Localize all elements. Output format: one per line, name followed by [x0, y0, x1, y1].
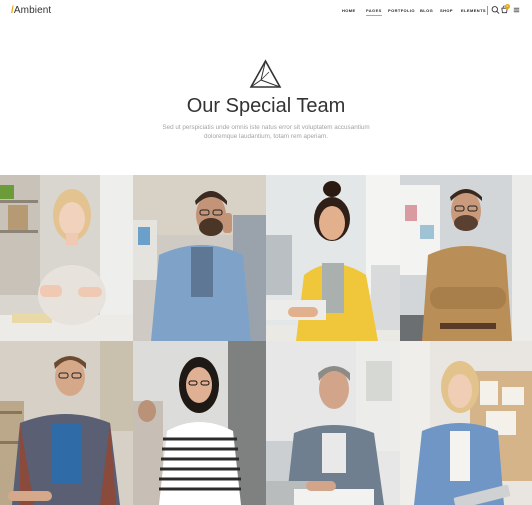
nav-shop[interactable]: SHOP [440, 8, 453, 13]
nav-pages[interactable]: PAGES [366, 8, 382, 16]
page-subtitle: Sed ut perspiciatis unde omnis iste natu… [162, 124, 370, 140]
team-photo-6 [133, 341, 266, 505]
team-photo-8 [400, 341, 532, 505]
nav-blog[interactable]: BLOG [420, 8, 433, 13]
cart-count-badge: 0 [505, 4, 510, 9]
team-photo-4 [400, 175, 532, 341]
nav-home[interactable]: HOME [342, 8, 356, 13]
team-grid [0, 175, 532, 505]
team-photo-3 [266, 175, 400, 341]
team-photo-5 [0, 341, 133, 505]
nav-portfolio[interactable]: PORTFOLIO [388, 8, 415, 13]
team-member-photo[interactable] [0, 341, 133, 505]
site-header: /Ambient HOME PAGES PORTFOLIO BLOG SHOP … [0, 0, 532, 22]
team-photo-2 [133, 175, 266, 341]
team-member-photo[interactable] [133, 175, 266, 341]
menu-icon[interactable] [512, 5, 521, 15]
team-member-photo[interactable] [400, 175, 532, 341]
team-member-photo[interactable] [133, 341, 266, 505]
team-member-photo[interactable] [400, 341, 532, 505]
main-nav: HOME PAGES PORTFOLIO BLOG SHOP ELEMENTS [0, 8, 532, 16]
triangle-emblem-icon [249, 59, 282, 88]
team-photo-7 [266, 341, 400, 505]
team-member-photo[interactable] [266, 341, 400, 505]
team-member-photo[interactable] [266, 175, 400, 341]
nav-divider [487, 6, 488, 15]
nav-elements[interactable]: ELEMENTS [461, 8, 486, 13]
page-title: Our Special Team [186, 95, 346, 117]
search-icon[interactable] [491, 5, 500, 15]
team-photo-1 [0, 175, 133, 341]
team-member-photo[interactable] [0, 175, 133, 341]
